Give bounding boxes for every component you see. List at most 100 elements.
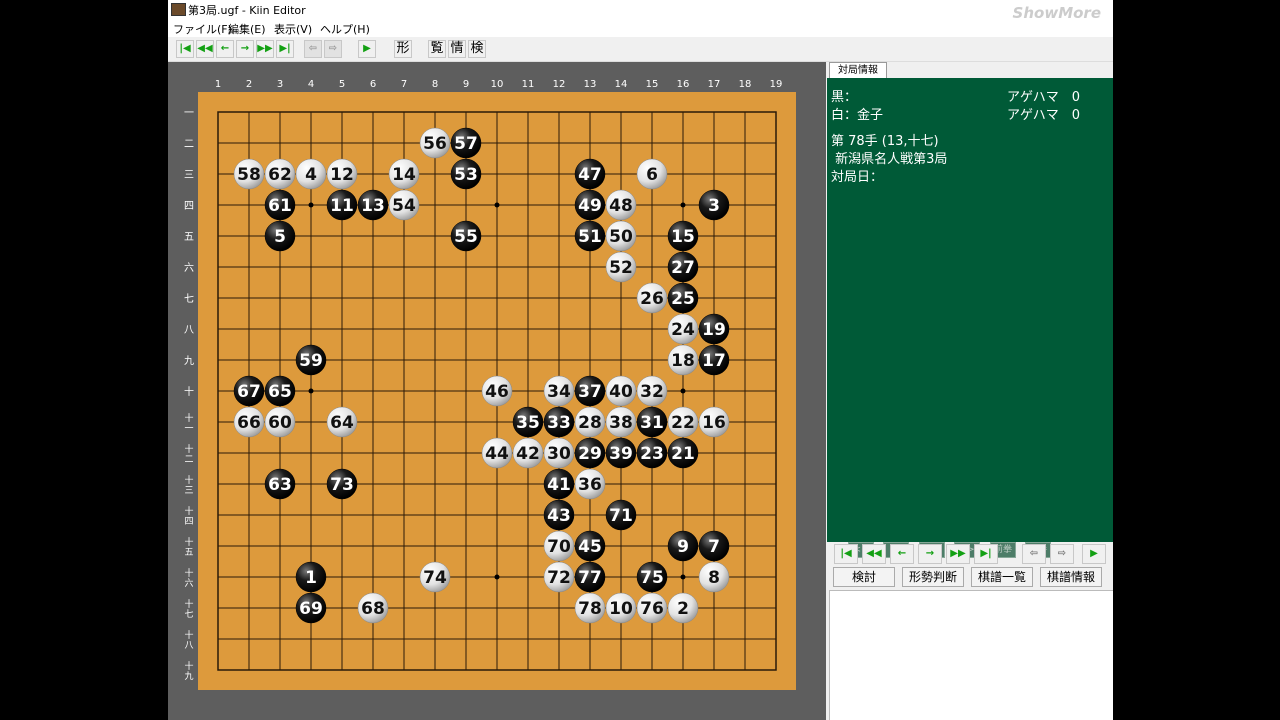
info-button[interactable]: 情 xyxy=(448,40,466,58)
col-label: 1 xyxy=(215,79,221,90)
row-label: 六 xyxy=(184,262,194,274)
row-label: 七 xyxy=(184,609,193,620)
move-number-label: 13 xyxy=(361,196,385,216)
move-number-label: 3 xyxy=(708,196,720,216)
menu-file[interactable]: ファイル(F) xyxy=(173,21,232,37)
last-move-button[interactable]: ▶| xyxy=(276,40,294,58)
menu-view[interactable]: 表示(V) xyxy=(274,21,312,37)
move-number-label: 24 xyxy=(671,320,695,340)
row-label: 十 xyxy=(184,505,193,517)
move-number-label: 4 xyxy=(305,165,317,185)
move-number-label: 50 xyxy=(609,227,633,247)
row-label: 十 xyxy=(184,629,193,641)
move-number-label: 75 xyxy=(640,568,664,588)
row-label: 六 xyxy=(184,577,193,589)
move-number-label: 68 xyxy=(361,599,385,619)
back-10-button-2[interactable]: ◀◀ xyxy=(862,544,886,564)
move-number-label: 2 xyxy=(677,599,689,619)
back-1-button-2[interactable]: ← xyxy=(890,544,914,564)
row-label: 十 xyxy=(184,443,193,455)
black-captures: アゲハマ 0 xyxy=(1007,90,1081,105)
col-label: 8 xyxy=(432,79,438,90)
review-button[interactable]: 検 xyxy=(468,40,486,58)
col-label: 13 xyxy=(584,79,597,90)
redo-button-2[interactable]: ⇨ xyxy=(1050,544,1074,564)
game-info-box: 黒： アゲハマ 0 白：金子 アゲハマ 0 第 78手 (13,十七) 新潟県名… xyxy=(827,78,1113,558)
star-point xyxy=(308,202,314,208)
col-label: 12 xyxy=(553,79,566,90)
shape-button[interactable]: 形 xyxy=(394,40,412,58)
col-label: 16 xyxy=(677,79,690,90)
menu-bar: ファイル(F) 編集(E) 表示(V) ヘルプ(H) xyxy=(168,18,1113,37)
back-10-button[interactable]: ◀◀ xyxy=(196,40,214,58)
undo-button[interactable]: ⇦ xyxy=(304,40,322,58)
move-number-label: 56 xyxy=(423,134,447,154)
tab-game-info[interactable]: 対局情報 xyxy=(829,62,887,79)
col-label: 4 xyxy=(308,79,314,90)
go-board[interactable]: 1 2 3 4 5 6 7 8 9 10 11 12 13 14 15 16 17 18 19一二三四五六七八九十十… xyxy=(168,62,826,720)
forward-10-button[interactable]: ▶▶ xyxy=(256,40,274,58)
move-number-label: 64 xyxy=(330,413,354,433)
move-number-label: 48 xyxy=(609,196,633,216)
move-number-label: 47 xyxy=(578,165,602,185)
move-number-label: 37 xyxy=(578,382,602,402)
undo-button-2[interactable]: ⇦ xyxy=(1022,544,1046,564)
white-player: 白：金子 xyxy=(831,108,884,123)
row-label: 十 xyxy=(184,598,193,610)
comment-area[interactable] xyxy=(829,590,1113,720)
menu-help[interactable]: ヘルプ(H) xyxy=(320,21,370,37)
move-number-label: 7 xyxy=(708,537,720,557)
star-point xyxy=(494,574,500,580)
first-move-button[interactable]: |◀ xyxy=(176,40,194,58)
review-footer-button[interactable]: 検討 xyxy=(833,567,895,587)
move-number-label: 76 xyxy=(640,599,664,619)
first-move-button-2[interactable]: |◀ xyxy=(834,544,858,564)
menu-edit[interactable]: 編集(E) xyxy=(228,21,266,37)
move-number-label: 43 xyxy=(547,506,571,526)
move-number-label: 17 xyxy=(702,351,726,371)
move-number-label: 71 xyxy=(609,506,633,526)
move-number-label: 54 xyxy=(392,196,416,216)
play-button[interactable]: ▶ xyxy=(358,40,376,58)
forward-1-button[interactable]: → xyxy=(236,40,254,58)
last-move-button-2[interactable]: ▶| xyxy=(974,544,998,564)
evaluate-button[interactable]: 形勢判断 xyxy=(902,567,964,587)
row-label: 三 xyxy=(184,486,193,496)
row-label: 三 xyxy=(184,170,194,181)
col-label: 3 xyxy=(277,79,283,90)
game-date: 対局日： xyxy=(831,170,884,185)
kifu-info-button[interactable]: 棋譜情報 xyxy=(1040,567,1102,587)
row-label: 十 xyxy=(184,412,193,424)
row-label: 二 xyxy=(184,139,194,150)
move-number-label: 65 xyxy=(268,382,292,402)
back-1-button[interactable]: ← xyxy=(216,40,234,58)
move-number-label: 31 xyxy=(640,413,664,433)
move-number-label: 53 xyxy=(454,165,478,185)
kifu-list-button[interactable]: 棋譜一覧 xyxy=(971,567,1033,587)
move-number-label: 6 xyxy=(646,165,658,185)
forward-10-button-2[interactable]: ▶▶ xyxy=(946,544,970,564)
redo-button[interactable]: ⇨ xyxy=(324,40,342,58)
move-number-label: 8 xyxy=(708,568,720,588)
row-label: 十 xyxy=(184,474,193,486)
board-panel: 1 2 3 4 5 6 7 8 9 10 11 12 13 14 15 16 17 18 19 一二三四五六七八九十十… xyxy=(168,62,826,720)
star-point xyxy=(680,202,686,208)
move-number-label: 12 xyxy=(330,165,354,185)
forward-1-button-2[interactable]: → xyxy=(918,544,942,564)
move-number-label: 28 xyxy=(578,413,602,433)
list-button[interactable]: 覧 xyxy=(428,40,446,58)
play-button-2[interactable]: ▶ xyxy=(1082,544,1106,564)
row-label: 十 xyxy=(184,385,194,398)
move-number-label: 69 xyxy=(299,599,323,619)
move-number-label: 41 xyxy=(547,475,571,495)
col-label: 17 xyxy=(708,79,721,90)
move-number-label: 21 xyxy=(671,444,695,464)
move-number-label: 23 xyxy=(640,444,664,464)
star-point xyxy=(494,202,500,208)
move-number-label: 57 xyxy=(454,134,478,154)
move-number-label: 58 xyxy=(237,165,261,185)
move-number-label: 27 xyxy=(671,258,695,278)
col-label: 10 xyxy=(491,79,504,90)
col-label: 7 xyxy=(401,79,407,90)
move-number-label: 77 xyxy=(578,568,602,588)
